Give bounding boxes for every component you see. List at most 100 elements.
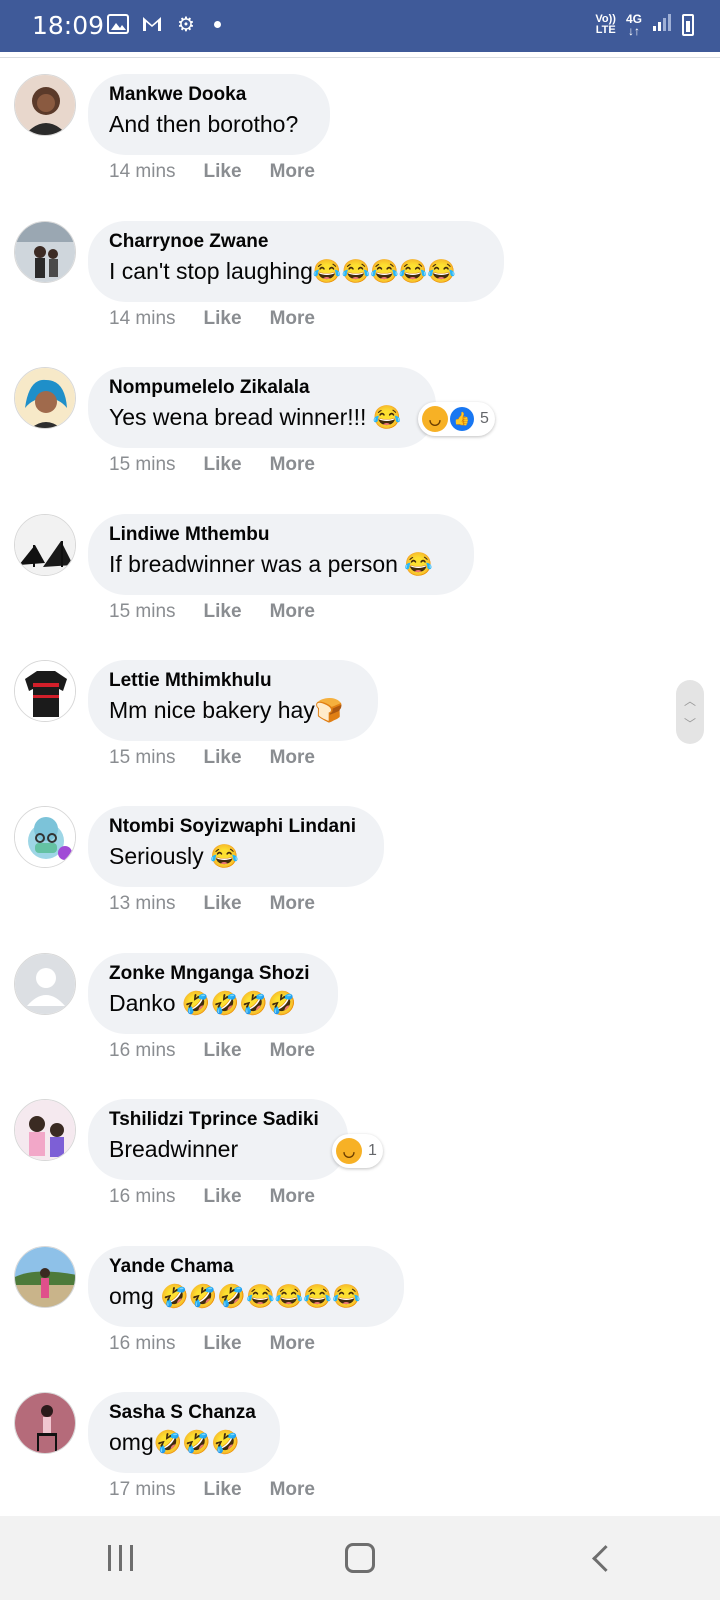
battery-icon — [682, 13, 694, 36]
avatar[interactable] — [14, 514, 76, 576]
comment-meta: 17 mins Like More — [109, 1479, 315, 1501]
more-button[interactable]: More — [270, 1479, 315, 1501]
more-button[interactable]: More — [270, 1040, 315, 1062]
settings-gear-icon: ⚙ — [177, 13, 195, 36]
more-button[interactable]: More — [270, 1186, 315, 1208]
comment-text: omg 🤣🤣🤣😂😂😂😂 — [109, 1283, 361, 1309]
comment-time[interactable]: 13 mins — [109, 893, 176, 915]
more-button[interactable]: More — [270, 601, 315, 623]
scroll-handle[interactable]: ︿ ﹀ — [676, 680, 704, 744]
comment-author[interactable]: Sasha S Chanza — [109, 1401, 259, 1425]
avatar[interactable] — [14, 1099, 76, 1161]
comment-time[interactable]: 16 mins — [109, 1333, 176, 1355]
home-button[interactable] — [320, 1528, 400, 1588]
back-button[interactable] — [560, 1528, 640, 1588]
comment-meta: 15 mins Like More — [109, 601, 315, 623]
status-left-icons: ⚙ — [106, 12, 221, 36]
gmail-icon — [140, 12, 164, 36]
comment-time[interactable]: 14 mins — [109, 308, 176, 330]
comment-author[interactable]: Zonke Mnganga Shozi — [109, 962, 317, 986]
comment-time[interactable]: 15 mins — [109, 454, 176, 476]
more-button[interactable]: More — [270, 1333, 315, 1355]
comment-meta: 16 mins Like More — [109, 1333, 315, 1355]
reaction-count: 1 — [368, 1142, 377, 1159]
comment-item: Tshilidzi Tprince Sadiki Breadwinner ◡ 1… — [0, 1099, 720, 1239]
recent-apps-button[interactable] — [80, 1528, 160, 1588]
avatar[interactable] — [14, 953, 76, 1015]
avatar[interactable] — [14, 1392, 76, 1454]
reaction-summary[interactable]: ◡ 1 — [332, 1134, 383, 1168]
comment-item: Yande Chama omg 🤣🤣🤣😂😂😂😂 16 mins Like Mor… — [0, 1246, 720, 1386]
like-button[interactable]: Like — [204, 747, 242, 769]
comment-text: Breadwinner — [109, 1136, 239, 1162]
more-button[interactable]: More — [270, 893, 315, 915]
notification-dot-icon — [214, 20, 221, 28]
comment-bubble[interactable]: Charrynoe Zwane I can't stop laughing😂😂😂… — [88, 221, 504, 302]
avatar[interactable] — [14, 74, 76, 136]
recent-apps-icon — [107, 1545, 133, 1571]
comment-text: If breadwinner was a person 😂 — [109, 551, 433, 577]
comment-item: Zonke Mnganga Shozi Danko 🤣🤣🤣🤣 16 mins L… — [0, 953, 720, 1093]
signal-icon — [652, 12, 672, 37]
like-button[interactable]: Like — [204, 1333, 242, 1355]
comment-text: And then borotho? — [109, 111, 299, 137]
comment-text: Danko 🤣🤣🤣🤣 — [109, 990, 297, 1016]
comment-time[interactable]: 16 mins — [109, 1186, 176, 1208]
more-button[interactable]: More — [270, 747, 315, 769]
comment-author[interactable]: Charrynoe Zwane — [109, 230, 483, 254]
comment-author[interactable]: Tshilidzi Tprince Sadiki — [109, 1108, 327, 1132]
comment-bubble[interactable]: Sasha S Chanza omg🤣🤣🤣 — [88, 1392, 280, 1473]
comment-author[interactable]: Ntombi Soyizwaphi Lindani — [109, 815, 363, 839]
like-button[interactable]: Like — [204, 308, 242, 330]
more-button[interactable]: More — [270, 454, 315, 476]
like-button[interactable]: Like — [204, 1479, 242, 1501]
comment-time[interactable]: 15 mins — [109, 601, 176, 623]
comment-item: Charrynoe Zwane I can't stop laughing😂😂😂… — [0, 221, 720, 361]
chevron-up-icon: ︿ — [683, 694, 696, 708]
more-button[interactable]: More — [270, 161, 315, 183]
comment-bubble[interactable]: Nompumelelo Zikalala Yes wena bread winn… — [88, 367, 436, 448]
comment-author[interactable]: Nompumelelo Zikalala — [109, 376, 415, 400]
chevron-down-icon: ﹀ — [683, 717, 696, 731]
comment-time[interactable]: 16 mins — [109, 1040, 176, 1062]
network-4g-icon: 4G ↓↑ — [625, 11, 642, 38]
comment-author[interactable]: Mankwe Dooka — [109, 83, 309, 107]
like-button[interactable]: Like — [204, 454, 242, 476]
comment-bubble[interactable]: Lettie Mthimkhulu Mm nice bakery hay🍞 — [88, 660, 378, 741]
comment-time[interactable]: 15 mins — [109, 747, 176, 769]
comment-bubble[interactable]: Zonke Mnganga Shozi Danko 🤣🤣🤣🤣 — [88, 953, 338, 1034]
avatar[interactable] — [14, 660, 76, 722]
comment-bubble[interactable]: Yande Chama omg 🤣🤣🤣😂😂😂😂 — [88, 1246, 404, 1327]
comment-author[interactable]: Lettie Mthimkhulu — [109, 669, 357, 693]
avatar[interactable] — [14, 221, 76, 283]
like-button[interactable]: Like — [204, 601, 242, 623]
like-button[interactable]: Like — [204, 1186, 242, 1208]
comment-bubble[interactable]: Ntombi Soyizwaphi Lindani Seriously 😂 — [88, 806, 384, 887]
comment-bubble[interactable]: Mankwe Dooka And then borotho? — [88, 74, 330, 155]
avatar[interactable] — [14, 367, 76, 429]
comment-meta: 14 mins Like More — [109, 308, 315, 330]
gallery-icon — [106, 12, 130, 36]
avatar[interactable] — [14, 1246, 76, 1308]
volte-label: Vo)) LTE — [595, 12, 616, 36]
comment-item: Lettie Mthimkhulu Mm nice bakery hay🍞 15… — [0, 660, 720, 800]
comment-meta: 14 mins Like More — [109, 161, 315, 183]
comment-text: Seriously 😂 — [109, 843, 239, 869]
avatar[interactable] — [14, 806, 76, 868]
comment-bubble[interactable]: Tshilidzi Tprince Sadiki Breadwinner — [88, 1099, 348, 1180]
like-button[interactable]: Like — [204, 1040, 242, 1062]
comment-item: Ntombi Soyizwaphi Lindani Seriously 😂 13… — [0, 806, 720, 946]
more-button[interactable]: More — [270, 308, 315, 330]
reaction-summary[interactable]: ◡ 👍 5 — [418, 402, 495, 436]
comment-text: Yes wena bread winner!!! 😂 — [109, 404, 402, 430]
comment-meta: 16 mins Like More — [109, 1040, 315, 1062]
comment-time[interactable]: 17 mins — [109, 1479, 176, 1501]
comment-meta: 13 mins Like More — [109, 893, 315, 915]
like-button[interactable]: Like — [204, 893, 242, 915]
comment-bubble[interactable]: Lindiwe Mthembu If breadwinner was a per… — [88, 514, 474, 595]
comment-time[interactable]: 14 mins — [109, 161, 176, 183]
like-reaction-icon: 👍 — [450, 407, 474, 431]
comment-author[interactable]: Yande Chama — [109, 1255, 383, 1279]
like-button[interactable]: Like — [204, 161, 242, 183]
comment-author[interactable]: Lindiwe Mthembu — [109, 523, 453, 547]
